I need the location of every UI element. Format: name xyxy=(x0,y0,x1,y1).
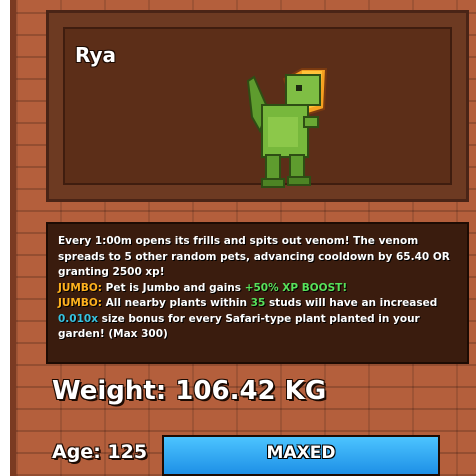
pet-age: Age: 125 xyxy=(52,441,148,463)
jumbo-tag-2: JUMBO: xyxy=(58,297,103,309)
xp-progress-label: MAXED xyxy=(266,443,336,463)
studs-value: 35 xyxy=(250,297,266,309)
xp-progress-bar: MAXED xyxy=(162,435,440,476)
size-bonus-value: 0.010x xyxy=(58,312,98,325)
ability-description: Every 1:00m opens its frills and spits o… xyxy=(58,234,457,343)
green-dinosaur-pet-icon xyxy=(246,68,328,188)
jumbo-tag: JUMBO: xyxy=(58,281,103,294)
ability-text: Every 1:00m opens its frills and spits o… xyxy=(58,235,450,278)
pet-showcase: Rya xyxy=(46,10,469,202)
pet-weight: Weight: 106.42 KG xyxy=(52,376,327,406)
jumbo-xp-text: Pet is Jumbo and gains xyxy=(105,281,242,294)
pet-name: Rya xyxy=(75,43,117,67)
pet-description: Every 1:00m opens its frills and spits o… xyxy=(46,222,469,364)
jumbo-plants-post: size bonus for every Safari-type plant p… xyxy=(58,312,420,341)
pet-info-panel: Rya Every 1:00m opens its frills and spi… xyxy=(10,0,476,476)
xp-boost-text: +50% XP BOOST! xyxy=(244,281,348,294)
jumbo-plants-mid: studs will have an increased xyxy=(268,297,438,309)
jumbo-plants-pre: All nearby plants within xyxy=(105,297,247,309)
